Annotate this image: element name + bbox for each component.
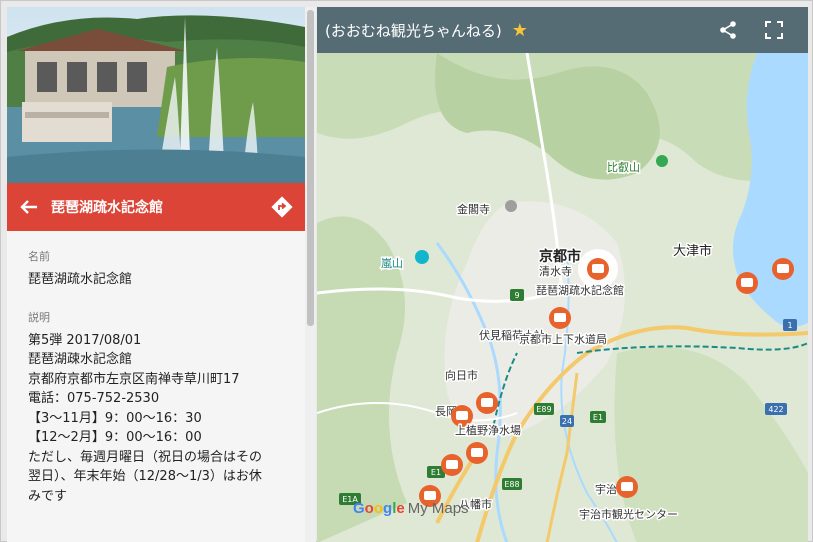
- description-line: ただし、毎週月曜日（祝日の場合はその: [28, 449, 263, 465]
- pin-label: 京都市上下水道局: [519, 332, 607, 346]
- svg-text:E1: E1: [431, 468, 441, 477]
- fullscreen-icon[interactable]: [763, 19, 785, 41]
- description-line: みです: [28, 488, 68, 504]
- svg-text:E1: E1: [593, 413, 603, 422]
- label-arashiyama: 嵐山: [381, 257, 403, 270]
- description-line: 【12～2月】9：00～16：00: [28, 430, 202, 445]
- svg-text:24: 24: [562, 417, 572, 426]
- place-title: 琵琶湖疏水記念館: [51, 200, 163, 216]
- map-pin[interactable]: [772, 258, 794, 280]
- map-pin[interactable]: [466, 442, 488, 464]
- share-icon[interactable]: [717, 19, 739, 41]
- road-shield: E1: [590, 411, 606, 423]
- star-icon[interactable]: ★: [512, 20, 528, 41]
- place-header: 琵琶湖疏水記念館: [7, 183, 305, 231]
- map-canvas[interactable]: 9 E1 E89 24 E88 E1A 1 422 E1 京都市 比叡山 金閣寺…: [317, 52, 808, 542]
- label-mukou: 向日市: [445, 368, 478, 382]
- directions-button[interactable]: [259, 183, 305, 231]
- svg-text:9: 9: [514, 291, 519, 300]
- svg-text:422: 422: [768, 405, 783, 414]
- road-shield: 9: [510, 289, 524, 301]
- road-shield: 422: [765, 403, 787, 415]
- attraction-icon: [415, 250, 429, 264]
- description-label: 説明: [28, 310, 50, 324]
- back-arrow-icon: [20, 200, 37, 214]
- label-kyoto: 京都市: [539, 248, 581, 265]
- name-label: 名前: [28, 250, 50, 263]
- name-value: 琵琶湖疏水記念館: [28, 272, 133, 287]
- app-window: 琵琶湖疏水記念館 名前 琵琶湖疏水記念館 説明 第5弾 2017/08/01 琵…: [0, 0, 813, 542]
- mountain-icon: [656, 155, 668, 167]
- map-panel: (おおむね観光ちゃんねる) ★ 9 E1 E89 24 E88 E1A 1 42…: [317, 7, 808, 542]
- directions-icon: [271, 196, 293, 218]
- road-shield: E88: [502, 478, 522, 490]
- details-scrollbar[interactable]: [305, 7, 316, 542]
- label-uji: 宇治: [595, 482, 617, 496]
- google-mymaps-logo: Google My Maps: [353, 500, 469, 517]
- place-details: 名前 琵琶湖疏水記念館 説明 第5弾 2017/08/01 琵琶湖疎水記念館 京…: [7, 231, 305, 542]
- svg-text:E89: E89: [536, 405, 551, 414]
- description-line: 第5弾 2017/08/01: [28, 332, 142, 348]
- label-kiyomizu: 清水寺: [539, 265, 572, 278]
- description-line: 琵琶湖疎水記念館: [28, 352, 133, 367]
- description-line: 翌日）、年末年始（12/28～1/3）はお休: [28, 469, 262, 484]
- temple-icon: [505, 200, 517, 212]
- pin-label: 琵琶湖疏水記念館: [536, 283, 624, 297]
- label-kinkakuji: 金閣寺: [457, 202, 490, 216]
- map-pin[interactable]: [736, 272, 758, 294]
- map-pin[interactable]: [476, 392, 498, 414]
- label-otsu: 大津市: [673, 243, 712, 259]
- map-pin[interactable]: [441, 454, 463, 476]
- svg-text:1: 1: [787, 321, 792, 330]
- road-shield: 1: [783, 319, 797, 331]
- scrollbar-thumb[interactable]: [307, 10, 314, 326]
- road-shield: E89: [534, 403, 554, 415]
- description-line: 京都府京都市左京区南禅寺草川町17: [28, 371, 240, 387]
- map-topbar: (おおむね観光ちゃんねる) ★: [317, 7, 808, 53]
- pin-label: 上植野浄水場: [455, 423, 521, 437]
- place-photo: [7, 7, 305, 183]
- description-line: 電話：075-752-2530: [28, 391, 160, 406]
- description-line: 【3～11月】9：00～16：30: [28, 410, 202, 426]
- map-title: (おおむね観光ちゃんねる): [325, 21, 502, 40]
- pin-label: 宇治市観光センター: [579, 507, 678, 521]
- place-detail-panel: 琵琶湖疏水記念館 名前 琵琶湖疏水記念館 説明 第5弾 2017/08/01 琵…: [7, 7, 316, 542]
- svg-text:E88: E88: [504, 480, 519, 489]
- mymaps-text: My Maps: [407, 500, 469, 517]
- back-button[interactable]: [7, 183, 51, 231]
- label-hieizan: 比叡山: [607, 160, 640, 174]
- road-shield: 24: [560, 415, 574, 427]
